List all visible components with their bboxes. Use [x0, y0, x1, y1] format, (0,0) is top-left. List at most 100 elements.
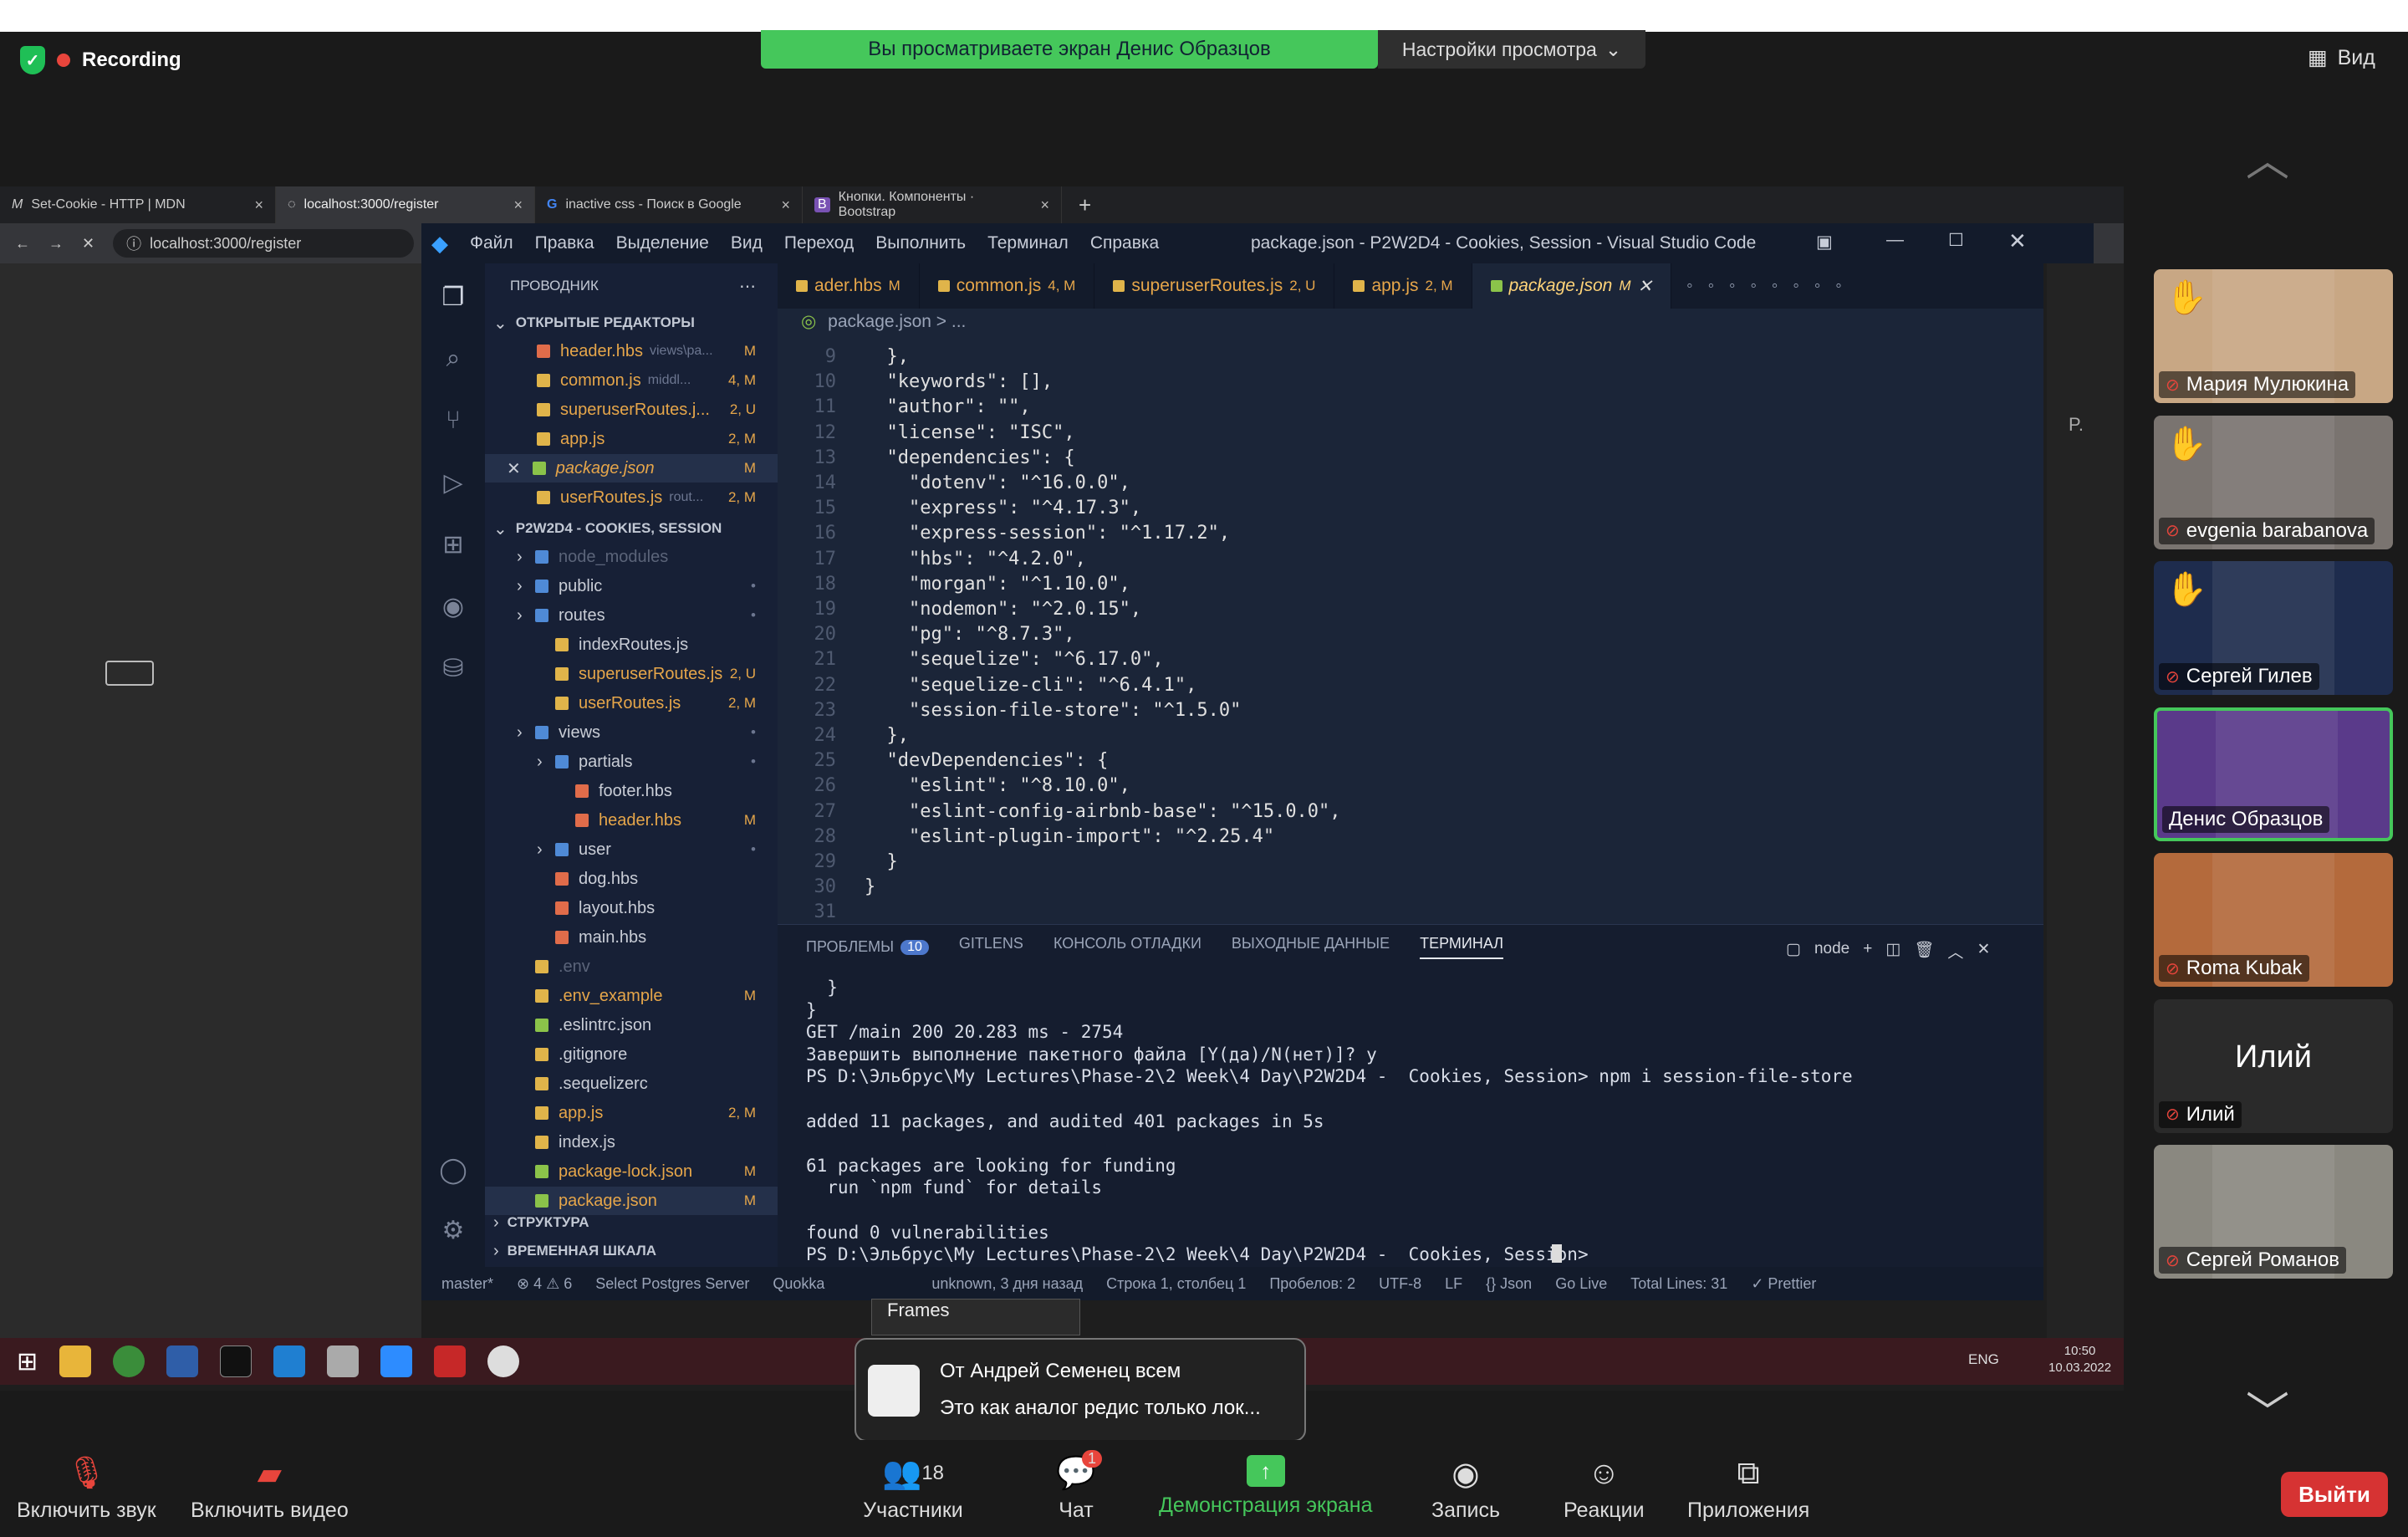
editor-tab[interactable]: app.js 2, M	[1334, 263, 1472, 309]
browser-tab[interactable]: B Кнопки. Компоненты · Bootstrap ×	[803, 186, 1062, 223]
new-tab-icon[interactable]: +	[1079, 192, 1091, 218]
chrome-icon[interactable]	[113, 1346, 145, 1377]
view-settings-button[interactable]: Настройки просмотра ⌄	[1378, 30, 1645, 69]
pdf-icon[interactable]	[434, 1346, 467, 1377]
menu-item[interactable]: Терминал	[987, 233, 1069, 253]
apps-button[interactable]: ⧉ Приложения	[1687, 1455, 1809, 1523]
tray-clock[interactable]: 10:50 10.03.2022	[2048, 1343, 2111, 1376]
vscode-taskbar-icon[interactable]	[273, 1346, 306, 1377]
git-next-icon[interactable]: ◦	[1793, 276, 1798, 296]
panel-tab[interactable]: ТЕРМИНАЛ	[1420, 935, 1504, 959]
open-editor-item[interactable]: ✕ package.json M	[485, 454, 778, 483]
editor-tab[interactable]: ader.hbs M	[778, 263, 920, 309]
search-icon[interactable]: ⌕	[436, 342, 470, 375]
participants-button[interactable]: 👥 18 Участники	[863, 1455, 963, 1523]
project-header[interactable]: ⌄ P2W2D4 - COOKIES, SESSION	[485, 514, 778, 543]
open-editor-item[interactable]: userRoutes.js rout... 2, M	[485, 483, 778, 512]
url-input[interactable]: ⓘ localhost:3000/register	[113, 229, 415, 258]
browser-tab[interactable]: G inactive css - Поиск в Google ×	[535, 186, 803, 223]
problems-tab[interactable]: ПРОБЛЕМЫ 10	[806, 935, 929, 959]
powershell-icon[interactable]	[166, 1346, 199, 1377]
close-icon[interactable]: ✕	[2008, 228, 2027, 254]
source-control-icon[interactable]: ⑂	[436, 404, 470, 437]
encoding-status[interactable]: UTF-8	[1379, 1275, 1421, 1293]
menu-item[interactable]: Переход	[784, 233, 854, 253]
prettier-status[interactable]: ✓ Prettier	[1751, 1275, 1816, 1293]
panel-tab[interactable]: GITLENS	[959, 935, 1023, 959]
windows-start-icon[interactable]: ⊞	[17, 1347, 38, 1376]
timeline-header[interactable]: › ВРЕМЕННАЯ ШКАЛА	[485, 1237, 778, 1265]
open-editor-item[interactable]: header.hbs views\pa... M	[485, 337, 778, 365]
file-item[interactable]: .env_example M	[485, 982, 778, 1010]
participant-tile[interactable]: ⊘ Roma Kubak	[2154, 853, 2393, 987]
menu-item[interactable]: Выделение	[616, 233, 709, 253]
file-item[interactable]: header.hbs M	[485, 806, 778, 835]
file-item[interactable]: .eslintrc.json	[485, 1011, 778, 1039]
blame-status[interactable]: unknown, 3 дня назад	[931, 1275, 1083, 1293]
menu-item[interactable]: Правка	[535, 233, 594, 253]
participant-tile[interactable]: Денис Образцов	[2154, 707, 2393, 841]
folder-item[interactable]: › node_modules	[485, 543, 778, 571]
minimize-icon[interactable]: —	[1886, 230, 1904, 250]
chat-button[interactable]: 💬 1 Чат	[1055, 1450, 1102, 1523]
menu-item[interactable]: Справка	[1090, 233, 1159, 253]
run-debug-icon[interactable]: ▷	[436, 466, 470, 499]
database-icon[interactable]: ⛁	[436, 651, 470, 685]
file-item[interactable]: .sequelizerc	[485, 1070, 778, 1098]
file-item[interactable]: app.js 2, M	[485, 1099, 778, 1127]
open-editors-header[interactable]: ⌄ ОТКРЫТЫЕ РЕДАКТОРЫ	[485, 309, 778, 337]
file-item[interactable]: footer.hbs	[485, 777, 778, 805]
terminal-app-icon[interactable]	[220, 1346, 253, 1377]
close-icon[interactable]: ×	[1040, 197, 1049, 214]
file-item[interactable]: dog.hbs	[485, 865, 778, 893]
close-icon[interactable]: ✕	[1638, 276, 1653, 297]
panel-tab[interactable]: ВЫХОДНЫЕ ДАННЫЕ	[1232, 935, 1390, 959]
open-editor-item[interactable]: app.js 2, M	[485, 425, 778, 453]
branch-status[interactable]: master*	[441, 1275, 493, 1293]
eol-status[interactable]: LF	[1445, 1275, 1462, 1293]
participant-tile[interactable]: ✋ ⊘ Мария Мулюкина	[2154, 269, 2393, 403]
file-item[interactable]: index.js	[485, 1128, 778, 1157]
compare-icon[interactable]: ◦	[1729, 276, 1735, 296]
file-item[interactable]: package-lock.json M	[485, 1157, 778, 1186]
start-video-button[interactable]: ▰ Включить видео	[191, 1455, 349, 1523]
split-editor-icon[interactable]: ◦	[1814, 276, 1820, 296]
file-item[interactable]: layout.hbs	[485, 894, 778, 922]
file-item[interactable]: indexRoutes.js	[485, 631, 778, 659]
breadcrumb[interactable]: ◎ package.json > ...	[801, 311, 966, 332]
file-item[interactable]: main.hbs	[485, 923, 778, 952]
account-icon[interactable]: ◯	[436, 1153, 470, 1187]
file-explorer-icon[interactable]	[59, 1346, 92, 1377]
file-item[interactable]: userRoutes.js 2, M	[485, 689, 778, 717]
close-icon[interactable]: ×	[254, 197, 263, 214]
folder-item[interactable]: › routes •	[485, 601, 778, 630]
folder-item[interactable]: › user •	[485, 835, 778, 864]
maximize-icon[interactable]: ☐	[1948, 230, 1964, 251]
quokka-status[interactable]: Quokka	[773, 1275, 824, 1293]
close-icon[interactable]: ×	[781, 197, 790, 214]
explorer-icon[interactable]: ❐	[436, 280, 470, 314]
close-icon[interactable]: ×	[513, 197, 523, 214]
folder-item[interactable]: › public •	[485, 572, 778, 600]
folder-item[interactable]: › partials •	[485, 748, 778, 776]
share-screen-button[interactable]: ↑ Демонстрация экрана	[1159, 1455, 1372, 1518]
outline-header[interactable]: › СТРУКТУРА	[485, 1208, 778, 1237]
scroll-down-icon[interactable]: ﹀	[2246, 1378, 2289, 1441]
view-button[interactable]: ▦ Вид	[2308, 45, 2375, 70]
back-icon[interactable]: ←	[15, 235, 30, 253]
reactions-button[interactable]: ☺ Реакции	[1564, 1455, 1645, 1523]
tray-lang[interactable]: ENG	[1968, 1351, 1999, 1368]
postgres-status[interactable]: Select Postgres Server	[595, 1275, 749, 1293]
participant-tile[interactable]: ✋ ⊘ Сергей Гилев	[2154, 561, 2393, 695]
run-icon[interactable]: ◦	[1686, 276, 1692, 296]
more-icon[interactable]: ◦	[1835, 276, 1841, 296]
app-icon[interactable]	[327, 1346, 360, 1377]
maximize-panel-icon[interactable]: ︿	[1947, 940, 1963, 963]
problems-status[interactable]: ⊗ 4 ⚠ 6	[517, 1275, 572, 1293]
gear-icon[interactable]: ⚙	[436, 1213, 470, 1247]
open-editor-item[interactable]: common.js middl... 4, M	[485, 366, 778, 395]
terminal-selector[interactable]: ▢ node + ◫ 🗑 ︿ ✕	[1786, 940, 1990, 963]
close-icon[interactable]: ✕	[507, 458, 521, 479]
menu-item[interactable]: Вид	[731, 233, 763, 253]
json-icon[interactable]: ◉	[436, 590, 470, 623]
